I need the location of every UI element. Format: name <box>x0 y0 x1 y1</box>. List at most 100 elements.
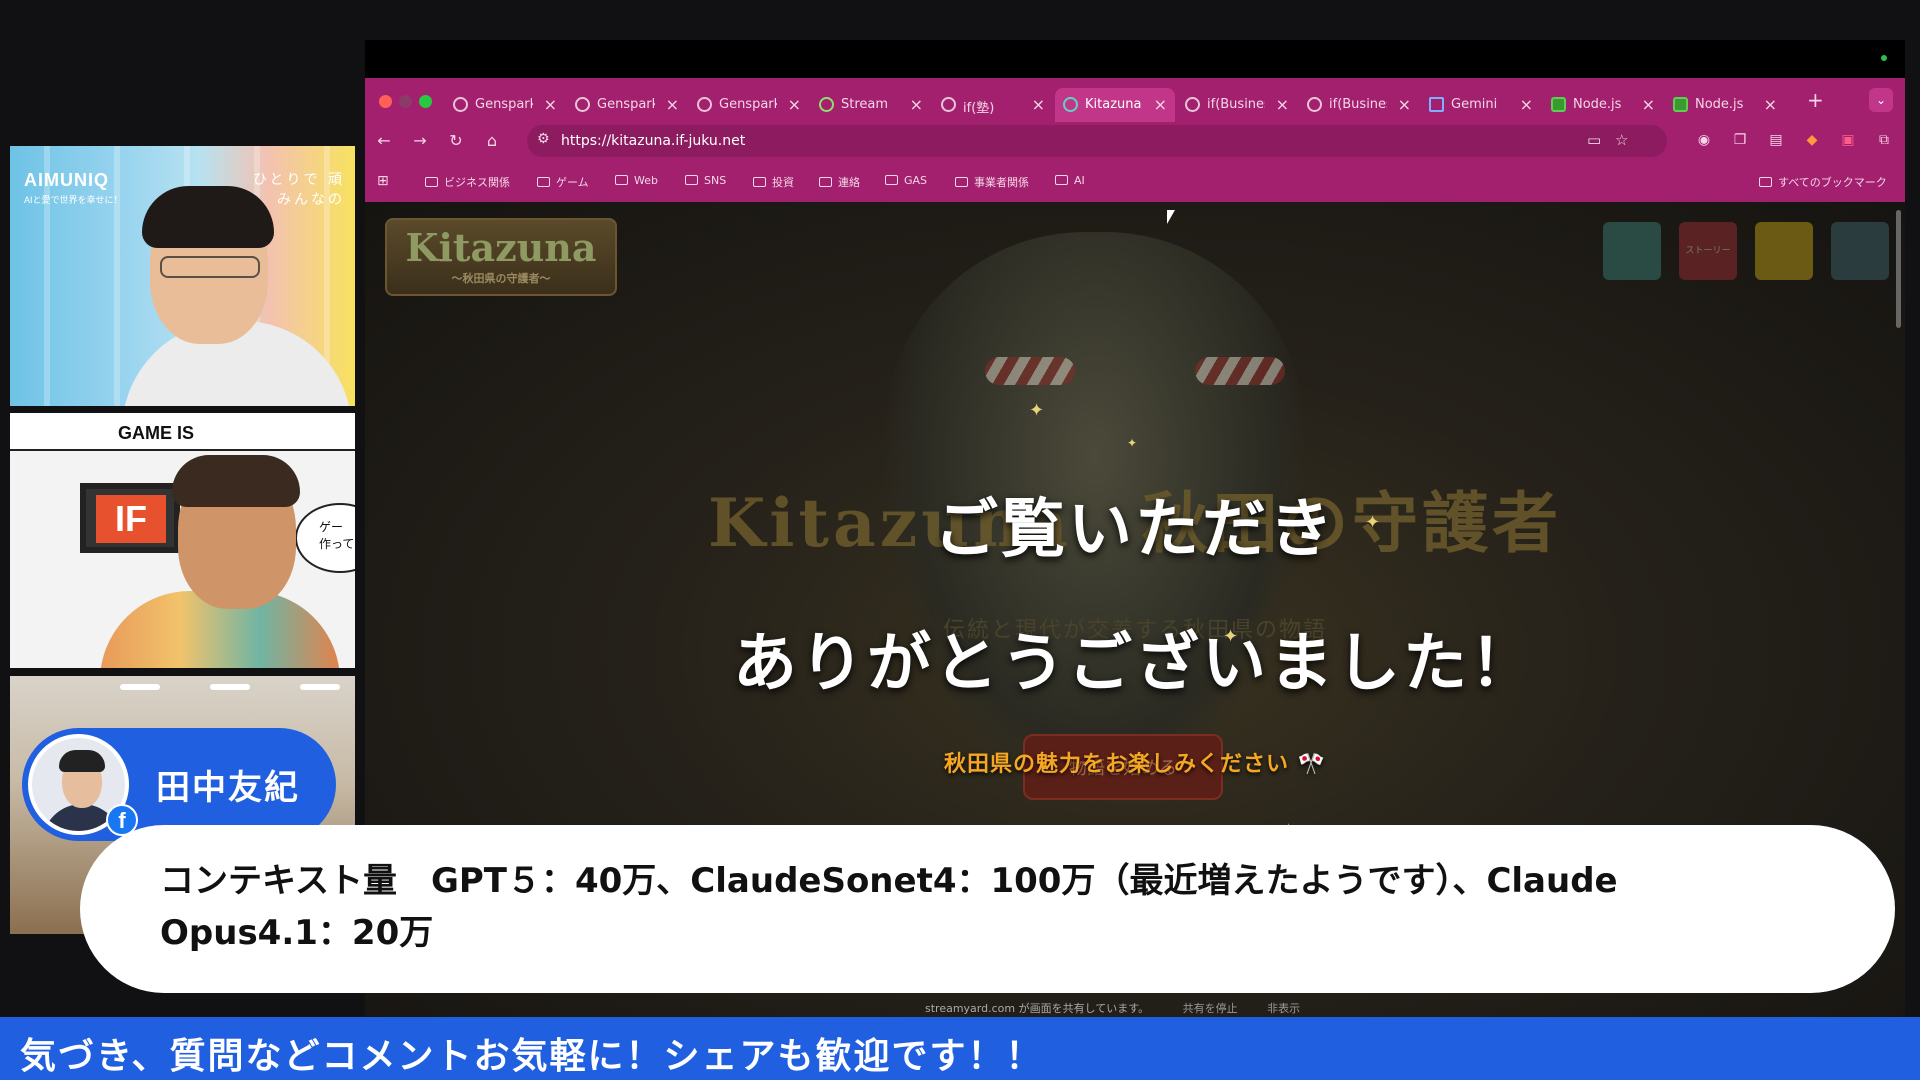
address-bar[interactable]: ⚙ https://kitazuna.if-juku.net ▭ ☆ <box>527 125 1667 157</box>
game-logo-subtitle: ～秋田県の守護者～ <box>451 272 551 285</box>
close-icon[interactable]: × <box>788 95 801 114</box>
background-brand: AIMUNIQ AIと愛で世界を幸せに！ <box>24 170 123 206</box>
browser-tab[interactable]: Node.js × <box>1665 88 1785 122</box>
close-icon[interactable]: × <box>666 95 679 114</box>
browser-tab[interactable]: Genspark × <box>445 88 565 122</box>
hide-notice-button[interactable]: 非表示 <box>1267 1002 1300 1015</box>
browser-tab[interactable]: Gemini × <box>1421 88 1541 122</box>
cast-icon[interactable]: ▭ <box>1587 131 1601 149</box>
bookmark-folder[interactable]: ビジネス関係 <box>425 174 510 190</box>
recorder-extension-icon[interactable]: ▣ <box>1839 131 1857 149</box>
close-icon[interactable]: × <box>1642 95 1655 114</box>
browser-chrome: Genspark × Genspark × Genspark × Stream × if… <box>365 78 1905 202</box>
stop-sharing-button[interactable]: 共有を停止 <box>1183 1002 1238 1015</box>
close-icon[interactable]: × <box>1154 95 1167 114</box>
window-minimize-icon[interactable] <box>399 95 412 108</box>
layers-extension-icon[interactable]: ▤ <box>1767 131 1785 149</box>
tab-label: if(Business <box>1207 97 1265 112</box>
browser-tab[interactable]: if(Business × <box>1177 88 1297 122</box>
browser-tab[interactable]: Genspark × <box>567 88 687 122</box>
forward-icon[interactable]: → <box>409 130 431 152</box>
game-logo[interactable]: Kitazuna ～秋田県の守護者～ <box>385 218 617 296</box>
reload-icon[interactable]: ↻ <box>445 130 467 152</box>
bookmark-folder[interactable]: 投資 <box>753 174 794 190</box>
browser-tab[interactable]: Genspark × <box>689 88 809 122</box>
folder-icon <box>819 177 832 187</box>
bookmark-folder[interactable]: GAS <box>885 174 927 187</box>
ceiling-light <box>300 684 340 690</box>
bookmark-label: 事業者関係 <box>974 176 1029 189</box>
back-icon[interactable]: ← <box>373 130 395 152</box>
kitazuna-icon <box>1063 97 1078 112</box>
screen-top-bar <box>365 40 1905 78</box>
close-icon[interactable]: × <box>544 95 557 114</box>
bookmark-label: 連絡 <box>838 176 860 189</box>
if-logo: IF <box>96 495 166 543</box>
bookmark-label: AI <box>1074 174 1085 187</box>
browser-tab[interactable]: Node.js × <box>1543 88 1663 122</box>
site-settings-icon[interactable]: ⚙ <box>537 131 550 147</box>
home-icon[interactable]: ⌂ <box>481 130 503 152</box>
bookmark-label: 投資 <box>772 176 794 189</box>
close-icon[interactable]: × <box>1764 95 1777 114</box>
browser-tab[interactable]: Stream × <box>811 88 931 122</box>
close-icon[interactable]: × <box>1276 95 1289 114</box>
genspark-icon <box>575 97 590 112</box>
close-icon[interactable]: × <box>910 95 923 114</box>
bookmark-folder[interactable]: 事業者関係 <box>955 174 1029 190</box>
window-maximize-icon[interactable] <box>419 95 432 108</box>
menu-button-3[interactable] <box>1755 222 1813 280</box>
extensions-puzzle-icon[interactable]: ⧉ <box>1875 131 1893 149</box>
caption-card: コンテキスト量 GPT５：40万、ClaudeSonet4：100万（最近増えた… <box>80 825 1895 993</box>
nodejs-icon <box>1673 97 1688 112</box>
folder-icon <box>1055 175 1068 185</box>
close-icon[interactable]: × <box>1032 95 1045 114</box>
tab-search-icon[interactable]: ⌄ <box>1869 88 1893 112</box>
streamyard-icon <box>819 97 834 112</box>
folder-icon <box>537 177 550 187</box>
tab-strip: Genspark × Genspark × Genspark × Stream × if… <box>445 82 1865 122</box>
tab-label: if(Business <box>1329 97 1387 112</box>
sparkle-icon: ✦ <box>1365 512 1381 533</box>
participant-hair <box>172 455 300 507</box>
bookmark-folder[interactable]: SNS <box>685 174 726 187</box>
all-bookmarks-folder[interactable]: すべてのブックマーク <box>1759 174 1887 190</box>
window-close-icon[interactable] <box>379 95 392 108</box>
apps-grid-icon[interactable]: ⊞ <box>377 173 393 189</box>
slogan-line-1: ひとりで 頑 <box>252 172 345 188</box>
new-tab-button[interactable]: + <box>1807 88 1824 112</box>
browser-tab[interactable]: if(塾) × <box>933 88 1053 122</box>
url-text[interactable]: https://kitazuna.if-juku.net <box>561 133 745 149</box>
bookmark-label: SNS <box>704 174 727 187</box>
bookmark-star-icon[interactable]: ☆ <box>1615 131 1628 149</box>
copy-extension-icon[interactable]: ❐ <box>1731 131 1749 149</box>
close-icon[interactable]: × <box>1520 95 1533 114</box>
scrollbar-thumb[interactable] <box>1896 210 1901 328</box>
folder-icon <box>955 177 968 187</box>
thanks-subtitle: 秋田県の魅力をお楽しみください 🎌 <box>943 752 1327 777</box>
close-icon[interactable]: × <box>1398 95 1411 114</box>
menu-button-4[interactable] <box>1831 222 1889 280</box>
navigation-bar: ← → ↻ ⌂ ⚙ https://kitazuna.if-juku.net ▭… <box>365 122 1905 162</box>
bookmark-label: Web <box>634 174 658 187</box>
browser-tab-active[interactable]: Kitazuna × <box>1055 88 1175 122</box>
stream-stage: AIMUNIQ AIと愛で世界を幸せに！ ひとりで 頑 みんなの GAME IS… <box>0 0 1920 1080</box>
bookmark-folder[interactable]: ゲーム <box>537 174 589 190</box>
camera-extension-icon[interactable]: ◉ <box>1695 131 1713 149</box>
menu-button-1[interactable] <box>1603 222 1661 280</box>
participant-hair <box>142 186 274 248</box>
thanks-heading-line-2: ありがとうございました！ <box>733 627 1537 701</box>
story-button[interactable]: ストーリー <box>1679 222 1737 280</box>
thanks-heading-line-1: ご覧いただき <box>934 493 1336 567</box>
folder-icon <box>425 177 438 187</box>
recording-indicator-icon <box>1881 55 1887 61</box>
bookmark-folder[interactable]: AI <box>1055 174 1085 187</box>
bookmark-folder[interactable]: 連絡 <box>819 174 860 190</box>
bookmark-folder[interactable]: Web <box>615 174 658 187</box>
bookmark-label: ゲーム <box>556 176 589 189</box>
browser-tab[interactable]: if(Business × <box>1299 88 1419 122</box>
tab-label: Genspark <box>597 97 655 112</box>
monitor-illustration: IF <box>80 483 180 553</box>
fox-extension-icon[interactable]: ◆ <box>1803 131 1821 149</box>
sparkle-icon: ✦ <box>1223 626 1239 647</box>
